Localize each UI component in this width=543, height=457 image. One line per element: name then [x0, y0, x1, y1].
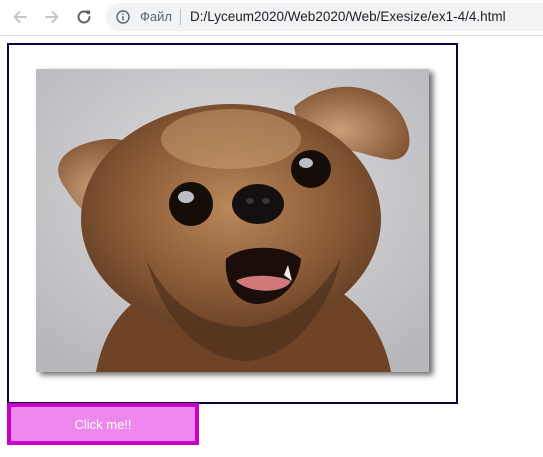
- back-button[interactable]: [9, 6, 31, 28]
- forward-button[interactable]: [41, 6, 63, 28]
- dog-photo: [36, 69, 429, 372]
- address-bar[interactable]: Файл D:/Lyceum2020/Web2020/Web/Exesize/e…: [106, 3, 543, 31]
- browser-toolbar: Файл D:/Lyceum2020/Web2020/Web/Exesize/e…: [0, 0, 543, 36]
- info-icon[interactable]: [116, 10, 130, 24]
- reload-icon: [77, 10, 91, 24]
- url-text[interactable]: D:/Lyceum2020/Web2020/Web/Exesize/ex1-4/…: [190, 9, 506, 25]
- click-me-button[interactable]: Click me!!: [7, 403, 199, 445]
- image-frame: [7, 43, 458, 404]
- omnibox-divider: [180, 9, 181, 25]
- scheme-label: Файл: [140, 9, 172, 24]
- arrow-left-icon: [13, 11, 27, 23]
- arrow-right-icon: [45, 11, 59, 23]
- reload-button[interactable]: [73, 6, 95, 28]
